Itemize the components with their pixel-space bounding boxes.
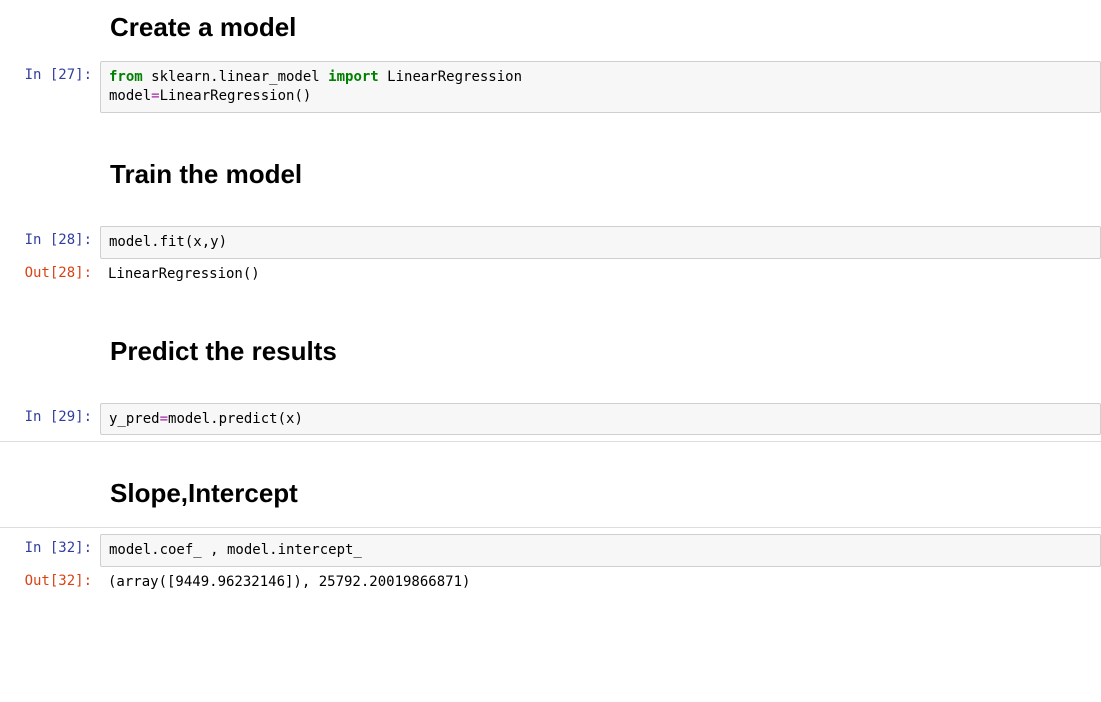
prompt-empty <box>0 0 100 10</box>
prompt-empty <box>0 147 100 157</box>
input-prompt: In [29]: <box>0 403 100 431</box>
code-output: (array([9449.96232146]), 25792.200198668… <box>100 567 1101 598</box>
code-cell[interactable]: In [27]: from sklearn.linear_model impor… <box>0 61 1101 113</box>
code-input[interactable]: model.fit(x,y) <box>100 226 1101 259</box>
heading: Train the model <box>100 147 1101 202</box>
code-input[interactable]: y_pred=model.predict(x) <box>100 403 1101 436</box>
heading: Create a model <box>100 0 1101 55</box>
markdown-cell: Train the model <box>0 147 1101 202</box>
prompt-empty <box>0 466 100 476</box>
code-output: LinearRegression() <box>100 259 1101 290</box>
markdown-cell: Create a model <box>0 0 1101 55</box>
code-input[interactable]: from sklearn.linear_model import LinearR… <box>100 61 1101 113</box>
heading: Slope,Intercept <box>100 466 1101 521</box>
heading: Predict the results <box>100 324 1101 379</box>
code-cell[interactable]: In [29]: y_pred=model.predict(x) <box>0 403 1101 436</box>
code-cell[interactable]: In [32]: model.coef_ , model.intercept_ … <box>0 534 1101 598</box>
prompt-empty <box>0 324 100 334</box>
input-prompt: In [28]: <box>0 226 100 254</box>
input-prompt: In [27]: <box>0 61 100 89</box>
markdown-cell: Slope,Intercept <box>0 466 1101 521</box>
output-prompt: Out[28]: <box>0 259 100 287</box>
code-input[interactable]: model.coef_ , model.intercept_ <box>100 534 1101 567</box>
notebook: Create a model In [27]: from sklearn.lin… <box>0 0 1101 598</box>
output-prompt: Out[32]: <box>0 567 100 595</box>
markdown-cell: Predict the results <box>0 324 1101 379</box>
code-cell[interactable]: In [28]: model.fit(x,y) Out[28]: LinearR… <box>0 226 1101 290</box>
input-prompt: In [32]: <box>0 534 100 562</box>
